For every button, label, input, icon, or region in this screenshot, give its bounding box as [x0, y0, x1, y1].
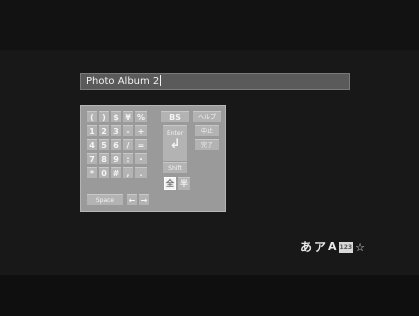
key-comma[interactable]: ,: [123, 167, 133, 178]
cursor-right-key[interactable]: →: [139, 194, 149, 205]
key-open-paren[interactable]: (: [87, 111, 97, 122]
text-cursor: [160, 75, 162, 86]
key-8[interactable]: 8: [99, 153, 109, 164]
mode-hiragana: あ: [300, 240, 313, 254]
key-9[interactable]: 9: [111, 153, 121, 164]
cursor-left-key[interactable]: ←: [127, 194, 137, 205]
key-5[interactable]: 5: [99, 139, 109, 150]
key-colon[interactable]: :: [123, 153, 133, 164]
key-yen[interactable]: ¥: [123, 111, 133, 122]
key-4[interactable]: 4: [87, 139, 97, 150]
key-period[interactable]: .: [135, 167, 147, 178]
done-key[interactable]: 完了: [195, 139, 219, 150]
key-middle-dot[interactable]: ・: [135, 153, 147, 164]
key-dollar[interactable]: $: [111, 111, 121, 122]
bottom-band: [0, 275, 419, 316]
mode-katakana: ア: [314, 240, 327, 254]
key-percent[interactable]: %: [135, 111, 147, 122]
key-close-paren[interactable]: ): [99, 111, 109, 122]
space-key[interactable]: Space: [87, 194, 123, 205]
key-equals[interactable]: =: [135, 139, 147, 150]
key-2[interactable]: 2: [99, 125, 109, 136]
key-asterisk[interactable]: *: [87, 167, 97, 178]
mode-alphabet: A: [328, 240, 337, 253]
enter-key[interactable]: Enter ↲: [163, 125, 187, 161]
title-input[interactable]: Photo Album 2: [80, 73, 350, 90]
on-screen-keyboard: ( ) $ ¥ % BS ヘルプ 1 2 3 - + Enter ↲ 中止 4 …: [80, 105, 226, 212]
help-key[interactable]: ヘルプ: [193, 111, 221, 122]
shift-key[interactable]: Shift: [163, 162, 187, 173]
cancel-key[interactable]: 中止: [195, 125, 219, 136]
key-hash[interactable]: #: [111, 167, 121, 178]
key-plus[interactable]: +: [135, 125, 147, 136]
enter-arrow-icon: ↲: [169, 137, 181, 152]
key-slash[interactable]: /: [123, 139, 133, 150]
top-band: [0, 0, 419, 50]
key-minus[interactable]: -: [123, 125, 133, 136]
key-1[interactable]: 1: [87, 125, 97, 136]
halfwidth-key[interactable]: 半: [178, 177, 190, 190]
key-6[interactable]: 6: [111, 139, 121, 150]
key-7[interactable]: 7: [87, 153, 97, 164]
title-input-text: Photo Album 2: [86, 76, 160, 87]
backspace-key[interactable]: BS: [161, 111, 189, 122]
mode-numeric: 123: [338, 241, 354, 253]
star-icon: ☆: [355, 240, 365, 254]
fullwidth-key[interactable]: 全: [164, 177, 176, 190]
input-mode-indicator: あ ア A 123 ☆: [300, 238, 365, 256]
key-3[interactable]: 3: [111, 125, 121, 136]
key-0[interactable]: 0: [99, 167, 109, 178]
